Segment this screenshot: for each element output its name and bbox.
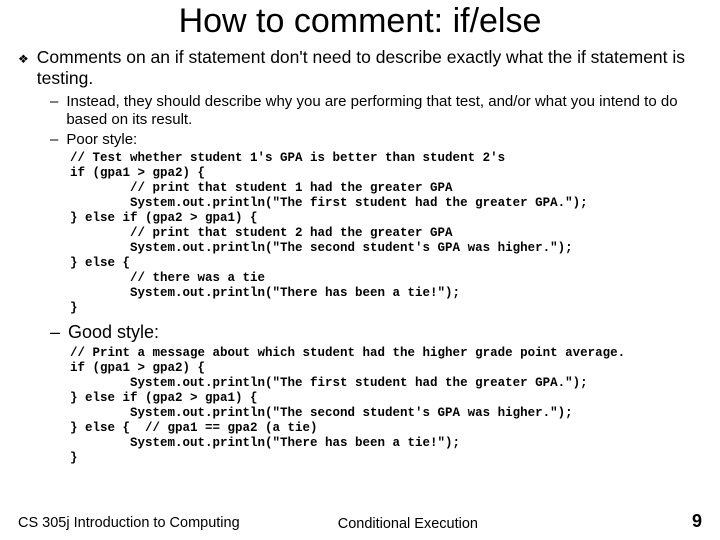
dash-marker: –	[50, 93, 58, 111]
page-number: 9	[565, 511, 702, 532]
bullet-marker: ❖	[18, 52, 29, 66]
sub-list-good: – Good style:	[50, 322, 702, 344]
sub-item-poor: – Poor style:	[50, 131, 702, 149]
main-bullet-text: Comments on an if statement don't need t…	[37, 47, 702, 89]
sub-list: – Instead, they should describe why you …	[50, 93, 702, 149]
sub-item-text: Poor style:	[66, 131, 137, 149]
sub-item-instead: – Instead, they should describe why you …	[50, 93, 702, 129]
footer-topic: Conditional Execution	[251, 516, 566, 532]
slide-title: How to comment: if/else	[18, 0, 702, 41]
dash-marker: –	[50, 322, 60, 344]
dash-marker: –	[50, 131, 58, 149]
main-bullet: ❖ Comments on an if statement don't need…	[18, 47, 702, 89]
footer-course: CS 305j Introduction to Computing	[18, 515, 251, 532]
sub-item-text: Instead, they should describe why you ar…	[66, 93, 702, 129]
footer: CS 305j Introduction to Computing Condit…	[18, 511, 702, 532]
code-good-style: // Print a message about which student h…	[70, 346, 702, 466]
sub-item-text: Good style:	[68, 322, 159, 344]
code-poor-style: // Test whether student 1's GPA is bette…	[70, 151, 702, 316]
sub-item-good: – Good style:	[50, 322, 702, 344]
